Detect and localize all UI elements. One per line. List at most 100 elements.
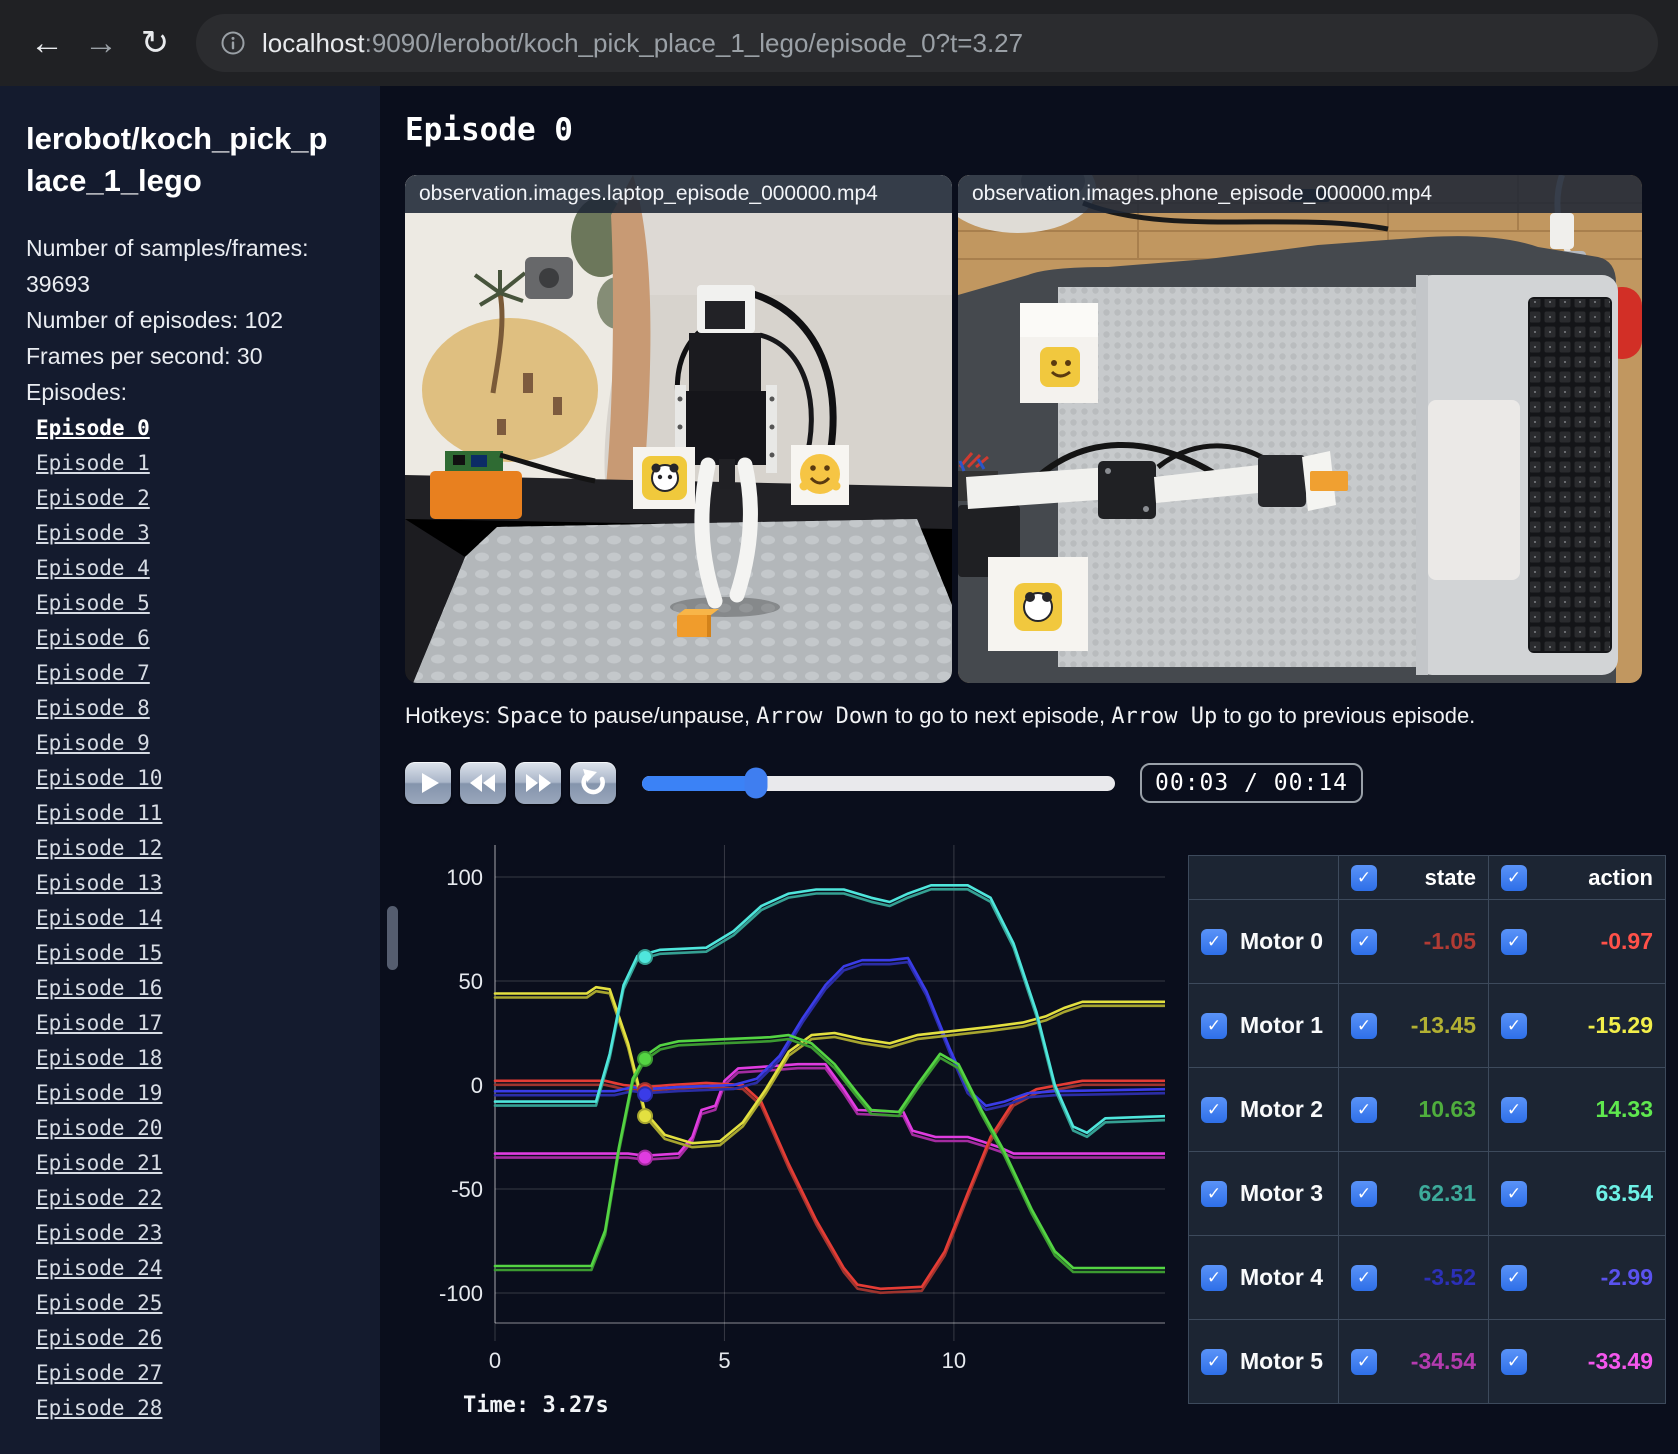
- chart-wrap: 100 50 0 -50 -100 0 5 10 Time: 3.27s: [405, 830, 1167, 1418]
- motor-2-checkbox[interactable]: ✓: [1201, 1096, 1227, 1123]
- video-caption-laptop: observation.images.laptop_episode_000000…: [405, 175, 952, 213]
- loop-icon: [581, 769, 605, 795]
- motor-2-action-checkbox[interactable]: ✓: [1501, 1096, 1527, 1123]
- sidebar-episode-link[interactable]: Episode 7: [36, 661, 150, 685]
- hotkey-space: Space: [496, 704, 563, 729]
- episode-list-item: Episode 26: [26, 1322, 380, 1357]
- action-column-checkbox[interactable]: ✓: [1501, 864, 1527, 891]
- sidebar-episode-link[interactable]: Episode 24: [36, 1256, 162, 1280]
- info-icon[interactable]: [220, 30, 246, 56]
- motor-4-checkbox[interactable]: ✓: [1201, 1264, 1227, 1291]
- scrollbar-thumb[interactable]: [387, 906, 398, 970]
- episode-list-item: Episode 12: [26, 832, 380, 867]
- motor-3-action-checkbox[interactable]: ✓: [1501, 1180, 1527, 1207]
- fast-forward-button[interactable]: [515, 762, 561, 804]
- reload-icon[interactable]: ↻: [128, 0, 182, 86]
- motor-1-state-checkbox[interactable]: ✓: [1351, 1012, 1377, 1039]
- episode-list-item: Episode 11: [26, 797, 380, 832]
- sidebar-episode-link[interactable]: Episode 5: [36, 591, 150, 615]
- episode-list-item: Episode 19: [26, 1077, 380, 1112]
- motor-name: Motor 2: [1240, 1096, 1324, 1122]
- sidebar-episode-link[interactable]: Episode 17: [36, 1011, 162, 1035]
- sidebar-episode-link[interactable]: Episode 25: [36, 1291, 162, 1315]
- motor-5-state-checkbox[interactable]: ✓: [1351, 1348, 1377, 1375]
- phone-video-scene: [958, 175, 1642, 683]
- video-phone: observation.images.phone_episode_000000.…: [958, 175, 1642, 683]
- dataset-title: lerobot/koch_pick_place_1_lego: [26, 121, 328, 198]
- sidebar: lerobot/koch_pick_place_1_lego Number of…: [0, 86, 380, 1454]
- seek-slider[interactable]: [642, 767, 1115, 799]
- motor-3-state-checkbox[interactable]: ✓: [1351, 1180, 1377, 1207]
- motor-5-checkbox[interactable]: ✓: [1201, 1348, 1227, 1375]
- sidebar-episode-link[interactable]: Episode 27: [36, 1361, 162, 1385]
- stat-fps: Frames per second: 30: [26, 343, 263, 369]
- sidebar-episode-link[interactable]: Episode 4: [36, 556, 150, 580]
- sidebar-episode-link[interactable]: Episode 6: [36, 626, 150, 650]
- motor-2-state-checkbox[interactable]: ✓: [1351, 1096, 1377, 1123]
- rewind-button[interactable]: [460, 762, 506, 804]
- loop-button[interactable]: [570, 762, 616, 804]
- sidebar-episode-link[interactable]: Episode 16: [36, 976, 162, 1000]
- state-column-header: state: [1424, 864, 1476, 890]
- seek-thumb[interactable]: [744, 767, 768, 799]
- sidebar-episode-link[interactable]: Episode 1: [36, 451, 150, 475]
- sidebar-episode-link[interactable]: Episode 26: [36, 1326, 162, 1350]
- play-button[interactable]: [405, 762, 451, 804]
- chart-series-lines: [493, 883, 1167, 1295]
- sidebar-episode-link[interactable]: Episode 28: [36, 1396, 162, 1420]
- sidebar-episode-link[interactable]: Episode 11: [36, 801, 162, 825]
- rewind-icon: [470, 774, 495, 792]
- sidebar-episode-link[interactable]: Episode 10: [36, 766, 162, 790]
- sidebar-episode-link[interactable]: Episode 9: [36, 731, 150, 755]
- sidebar-episode-link[interactable]: Episode 12: [36, 836, 162, 860]
- seek-fill: [642, 775, 756, 791]
- sidebar-episode-link[interactable]: Episode 22: [36, 1186, 162, 1210]
- videos-row: observation.images.laptop_episode_000000…: [405, 175, 1678, 683]
- sidebar-episode-link[interactable]: Episode 0: [36, 416, 150, 440]
- current-time-marker: [637, 948, 654, 965]
- motor-0-state-checkbox[interactable]: ✓: [1351, 928, 1377, 955]
- motor-row: ✓ Motor 5 ✓ -34.54 ✓ -33.49: [1188, 1319, 1666, 1404]
- sidebar-episode-link[interactable]: Episode 14: [36, 906, 162, 930]
- browser-toolbar: ← → ↻ localhost:9090/lerobot/koch_pick_p…: [0, 0, 1678, 86]
- sidebar-episode-link[interactable]: Episode 18: [36, 1046, 162, 1070]
- sidebar-episode-link[interactable]: Episode 19: [36, 1081, 162, 1105]
- sidebar-episode-link[interactable]: Episode 2: [36, 486, 150, 510]
- motor-3-checkbox[interactable]: ✓: [1201, 1180, 1227, 1207]
- sidebar-episode-link[interactable]: Episode 21: [36, 1151, 162, 1175]
- motor-1-action-checkbox[interactable]: ✓: [1501, 1012, 1527, 1039]
- state-column-checkbox[interactable]: ✓: [1351, 864, 1377, 891]
- motor-state-value: -13.45: [1410, 1012, 1476, 1038]
- sidebar-episode-link[interactable]: Episode 13: [36, 871, 162, 895]
- episode-list-item: Episode 9: [26, 727, 380, 762]
- video-caption-phone: observation.images.phone_episode_000000.…: [958, 175, 1642, 213]
- y-tick-label: 0: [471, 1073, 483, 1098]
- motor-0-action-checkbox[interactable]: ✓: [1501, 928, 1527, 955]
- sidebar-episode-link[interactable]: Episode 20: [36, 1116, 162, 1140]
- back-icon[interactable]: ←: [20, 0, 74, 86]
- episode-list-item: Episode 3: [26, 517, 380, 552]
- sidebar-episode-link[interactable]: Episode 8: [36, 696, 150, 720]
- current-time-marker: [637, 1108, 654, 1125]
- motor-name: Motor 1: [1240, 1012, 1324, 1038]
- motor-5-action-checkbox[interactable]: ✓: [1501, 1348, 1527, 1375]
- motor-4-state-checkbox[interactable]: ✓: [1351, 1264, 1377, 1291]
- sidebar-episode-link[interactable]: Episode 23: [36, 1221, 162, 1245]
- url-text: localhost:9090/lerobot/koch_pick_place_1…: [262, 28, 1023, 59]
- motor-4-action-checkbox[interactable]: ✓: [1501, 1264, 1527, 1291]
- episode-list-item: Episode 25: [26, 1287, 380, 1322]
- sidebar-episode-link[interactable]: Episode 15: [36, 941, 162, 965]
- episode-list-item: Episode 17: [26, 1007, 380, 1042]
- sidebar-episode-link[interactable]: Episode 3: [36, 521, 150, 545]
- app-body: lerobot/koch_pick_place_1_lego Number of…: [0, 86, 1678, 1454]
- empty-header-cell: [1188, 855, 1339, 900]
- motor-name: Motor 0: [1240, 928, 1324, 954]
- y-tick-label: -100: [439, 1281, 483, 1306]
- stat-samples: Number of samples/frames: 39693: [26, 235, 309, 297]
- url-bar[interactable]: localhost:9090/lerobot/koch_pick_place_1…: [196, 14, 1658, 72]
- forward-icon[interactable]: →: [74, 0, 128, 86]
- motor-1-checkbox[interactable]: ✓: [1201, 1012, 1227, 1039]
- motor-0-checkbox[interactable]: ✓: [1201, 928, 1227, 955]
- video-laptop: observation.images.laptop_episode_000000…: [405, 175, 952, 683]
- motor-row: ✓ Motor 0 ✓ -1.05 ✓ -0.97: [1188, 899, 1666, 984]
